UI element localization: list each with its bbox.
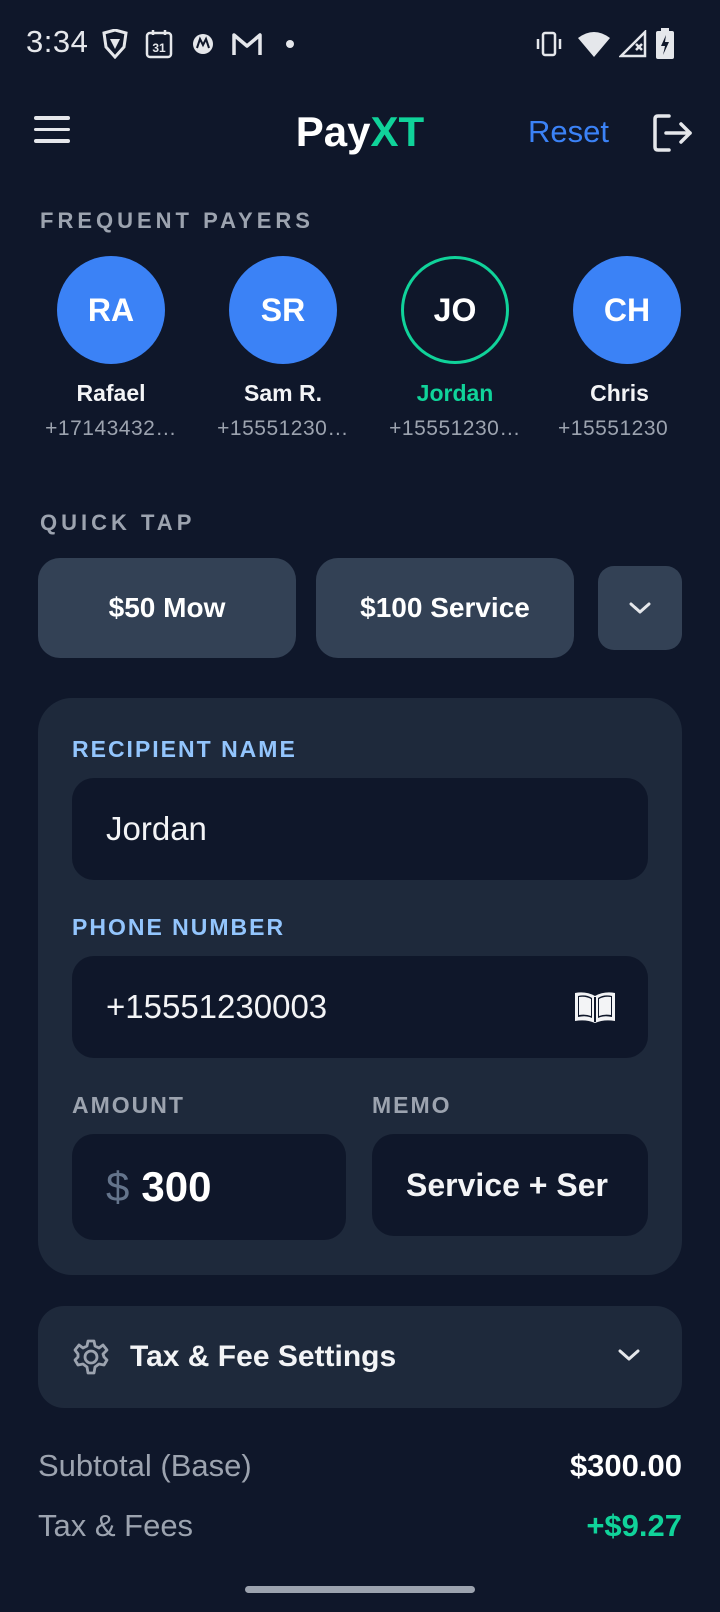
- chevron-down-icon: [618, 1349, 640, 1361]
- gmail-icon: [230, 28, 264, 60]
- subtotal-value: $300.00: [569, 1448, 682, 1483]
- quick-tap-100-service-button[interactable]: $100 Service: [316, 558, 574, 658]
- amount-label: AMOUNT: [72, 1092, 185, 1118]
- signal-icon: [618, 28, 648, 60]
- tax-fees-label: Tax & Fees: [38, 1508, 194, 1543]
- logout-icon[interactable]: [652, 112, 694, 154]
- quick-tap-50-mow-button[interactable]: $50 Mow: [38, 558, 296, 658]
- tax-fees-value: +$9.27: [586, 1508, 682, 1543]
- svg-text:31: 31: [152, 41, 166, 55]
- payer-item-chris[interactable]: CH Chris +15551230: [552, 256, 684, 441]
- reset-button[interactable]: Reset: [528, 114, 609, 150]
- subtotal-label: Subtotal (Base): [38, 1448, 252, 1483]
- frequent-payers-label: FREQUENT PAYERS: [40, 208, 314, 233]
- payer-phone: +15551230…: [217, 417, 349, 440]
- memo-field[interactable]: Service + Ser: [372, 1134, 648, 1236]
- tax-fee-settings-toggle[interactable]: Tax & Fee Settings: [38, 1306, 682, 1408]
- vibrate-icon: [534, 28, 564, 60]
- phone-number-value: +15551230003: [106, 988, 328, 1025]
- payer-phone: +15551230: [558, 417, 669, 440]
- phone-number-field[interactable]: +15551230003: [72, 956, 648, 1058]
- contacts-book-icon[interactable]: [572, 988, 618, 1026]
- payer-name: Jordan: [416, 380, 494, 406]
- payer-name: Chris: [590, 380, 649, 406]
- payer-item-jordan[interactable]: JO Jordan +15551230…: [380, 256, 530, 441]
- chevron-down-icon: [629, 602, 651, 614]
- status-bar: 3:34 31: [0, 0, 720, 90]
- tax-fee-settings-label: Tax & Fee Settings: [130, 1340, 397, 1373]
- motorola-icon: [190, 28, 216, 60]
- avatar: JO: [401, 256, 509, 364]
- quick-tap-label: QUICK TAP: [40, 510, 196, 535]
- calendar-31-icon: 31: [144, 28, 174, 60]
- status-time: 3:34: [26, 24, 89, 59]
- payer-phone: +15551230…: [389, 417, 521, 440]
- avatar: CH: [573, 256, 681, 364]
- payer-name: Sam R.: [244, 380, 322, 406]
- avatar: SR: [229, 256, 337, 364]
- payer-phone: +17143432…: [45, 417, 177, 440]
- recipient-name-label: RECIPIENT NAME: [72, 736, 297, 762]
- home-indicator[interactable]: [245, 1586, 475, 1593]
- payer-item-sam[interactable]: SR Sam R. +15551230…: [208, 256, 358, 441]
- app-title: PayXT: [0, 108, 720, 156]
- amount-field[interactable]: $ 300: [72, 1134, 346, 1240]
- memo-value: Service + Ser: [406, 1166, 608, 1203]
- avatar: RA: [57, 256, 165, 364]
- payer-name: Rafael: [76, 380, 146, 406]
- phone-number-label: PHONE NUMBER: [72, 914, 286, 940]
- recipient-name-field[interactable]: Jordan: [72, 778, 648, 880]
- amount-value: 300: [141, 1163, 212, 1210]
- app-title-xt: XT: [370, 108, 425, 155]
- currency-symbol: $: [106, 1163, 130, 1210]
- gear-icon: [73, 1339, 109, 1375]
- payer-item-rafael[interactable]: RA Rafael +17143432…: [36, 256, 186, 441]
- recipient-name-value: Jordan: [106, 810, 207, 847]
- battery-charging-icon: [654, 28, 676, 60]
- app-title-pay: Pay: [295, 108, 371, 155]
- quick-tap-expand-button[interactable]: [598, 566, 682, 650]
- memo-label: MEMO: [372, 1092, 452, 1118]
- wifi-icon: [576, 28, 612, 60]
- dot-icon: [282, 28, 298, 60]
- vpn-shield-icon: [100, 28, 130, 60]
